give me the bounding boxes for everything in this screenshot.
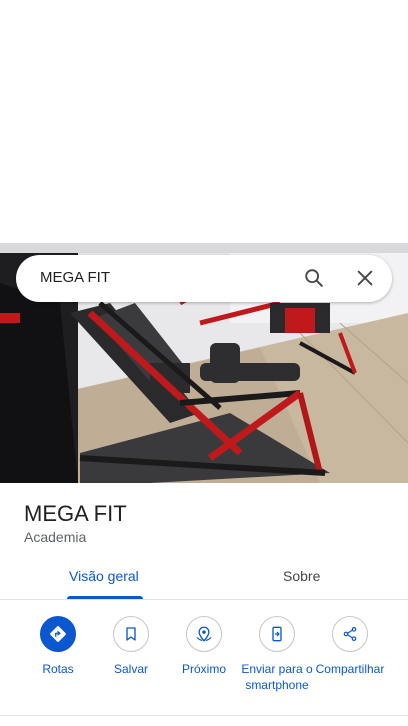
send-to-phone-icon xyxy=(259,616,295,652)
nearby-label: Próximo xyxy=(181,662,226,676)
action-row: Rotas Salvar Próximo Enviar para o smart… xyxy=(0,612,408,712)
nearby-button[interactable]: Próximo xyxy=(164,612,244,677)
search-input[interactable]: MEGA FIT xyxy=(40,269,110,286)
tab-overview[interactable]: Visão geral xyxy=(69,568,139,584)
share-button[interactable]: Compartilhar xyxy=(310,612,390,677)
save-label: Salvar xyxy=(113,662,148,676)
bookmark-icon xyxy=(113,616,149,652)
save-button[interactable]: Salvar xyxy=(91,612,171,677)
tab-bar: Visão geral Sobre xyxy=(0,556,408,600)
send-to-phone-label: Enviar para o smartphone xyxy=(241,662,313,692)
share-icon xyxy=(332,616,368,652)
close-icon[interactable] xyxy=(354,267,376,289)
place-category: Academia xyxy=(24,529,87,545)
divider xyxy=(0,715,408,716)
tab-about[interactable]: Sobre xyxy=(283,568,320,584)
map-area-blank xyxy=(0,0,408,243)
share-label: Compartilhar xyxy=(315,662,385,676)
directions-icon xyxy=(40,616,76,652)
send-to-phone-button[interactable]: Enviar para o smartphone xyxy=(237,612,317,693)
search-bar[interactable]: MEGA FIT xyxy=(16,255,392,302)
directions-button[interactable]: Rotas xyxy=(18,612,98,677)
place-title: MEGA FIT xyxy=(24,501,127,526)
active-tab-indicator xyxy=(67,596,143,599)
search-icon[interactable] xyxy=(303,267,325,289)
directions-label: Rotas xyxy=(42,662,74,676)
nearby-icon xyxy=(186,616,222,652)
